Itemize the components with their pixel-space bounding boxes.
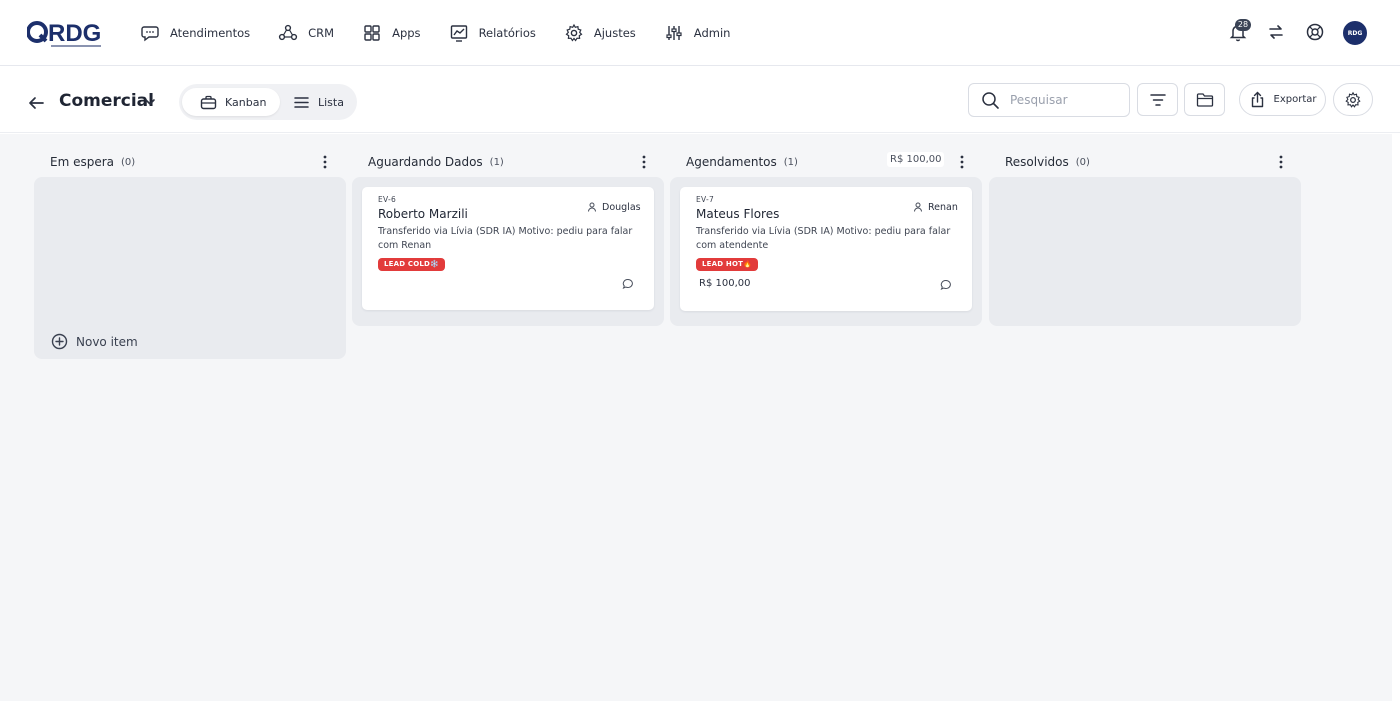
chevron-down-icon[interactable]: [143, 95, 157, 109]
deal-card[interactable]: EV-7 Mateus Flores Renan Transferido via…: [680, 187, 972, 311]
column-title: Aguardando Dados: [368, 155, 483, 169]
share-export-icon: [1251, 91, 1263, 108]
nav-label: Apps: [392, 26, 421, 40]
card-contact-name: Roberto Marzili: [378, 207, 468, 221]
card-description: Transferido via Lívia (SDR IA) Motivo: p…: [696, 226, 951, 251]
card-owner-name: Renan: [928, 201, 958, 213]
nav-item-crm[interactable]: CRM: [278, 23, 334, 43]
briefcase-icon: [200, 95, 217, 109]
brand-logo[interactable]: RDG: [26, 19, 105, 49]
swap-arrows-icon[interactable]: [1266, 22, 1286, 42]
nav-label: Ajustes: [593, 26, 636, 40]
lead-tag: LEAD HOT🔥: [696, 258, 759, 271]
help-icon[interactable]: [1305, 22, 1325, 42]
column-title: Em espera: [50, 155, 115, 169]
export-button[interactable]: Exportar: [1239, 83, 1326, 116]
gear-icon: [565, 23, 583, 42]
view-lista-button[interactable]: Lista: [275, 88, 358, 116]
logo-text: RDG: [48, 20, 101, 47]
novo-item-button[interactable]: Novo item: [51, 333, 138, 350]
column-count: (1): [783, 156, 798, 168]
view-kanban-button[interactable]: Kanban: [182, 88, 281, 116]
lead-tag: LEAD COLD❄️: [378, 258, 445, 271]
column-header-agendamentos: Agendamentos (1): [686, 152, 798, 172]
column-menu-icon[interactable]: [318, 154, 332, 170]
chat-bubble-icon: [141, 26, 159, 42]
column-menu-icon[interactable]: [1274, 154, 1288, 170]
column-title: Resolvidos: [1005, 155, 1069, 169]
nav-item-ajustes[interactable]: Ajustes: [564, 23, 636, 43]
folder-button[interactable]: [1184, 83, 1225, 116]
export-label: Exportar: [1273, 94, 1317, 105]
nav-item-atendimentos[interactable]: Atendimentos: [140, 23, 250, 43]
crm-nodes-icon: [279, 24, 298, 41]
view-lista-label: Lista: [318, 95, 344, 109]
card-description: Transferido via Lívia (SDR IA) Motivo: p…: [378, 226, 633, 251]
nav-item-relatorios[interactable]: Relatórios: [449, 23, 536, 43]
column-body-aguardando-dados: EV-6 Roberto Marzili Douglas Transferido…: [352, 177, 664, 326]
card-owner-name: Douglas: [602, 201, 641, 213]
column-count: (1): [489, 156, 504, 168]
card-id: EV-6: [378, 195, 397, 204]
admin-icon: [666, 26, 682, 40]
column-body-resolvidos: [989, 177, 1301, 326]
user-icon: [914, 202, 922, 212]
column-header-resolvidos: Resolvidos (0): [1005, 152, 1090, 172]
notification-count-badge: 28: [1235, 19, 1251, 31]
apps-grid-icon: [364, 25, 380, 41]
card-id: EV-7: [696, 195, 715, 204]
column-body-agendamentos: EV-7 Mateus Flores Renan Transferido via…: [670, 177, 982, 326]
deal-card[interactable]: EV-6 Roberto Marzili Douglas Transferido…: [362, 187, 654, 310]
main-nav: Atendimentos CRM Apps Relatórios Ajustes…: [140, 0, 758, 66]
filter-icon: [1149, 93, 1166, 106]
nav-item-admin[interactable]: Admin: [664, 23, 731, 43]
card-owner-badge[interactable]: Renan: [909, 197, 962, 217]
nav-label: Admin: [693, 26, 731, 40]
board-settings-button[interactable]: [1333, 83, 1373, 116]
top-navigation-bar: RDG Atendimentos CRM Apps Relatórios Aju…: [0, 0, 1400, 66]
nav-label: Relatórios: [478, 26, 536, 40]
gear-icon: [1345, 91, 1361, 108]
chart-icon: [450, 25, 467, 42]
column-count: (0): [121, 156, 136, 168]
column-body-em-espera: [34, 177, 346, 359]
nav-label: CRM: [308, 26, 335, 40]
rdg-logo-icon: RDG: [26, 20, 101, 47]
board-title[interactable]: Comercial: [59, 91, 154, 111]
column-menu-icon[interactable]: [637, 154, 651, 170]
filter-button[interactable]: [1137, 83, 1178, 116]
novo-item-label: Novo item: [76, 334, 138, 349]
folder-icon: [1196, 92, 1213, 107]
view-kanban-label: Kanban: [225, 95, 267, 109]
card-owner-badge[interactable]: Douglas: [583, 197, 645, 217]
column-menu-icon[interactable]: [955, 154, 969, 170]
column-total-value: R$ 100,00: [887, 152, 945, 167]
search-input[interactable]: [1010, 93, 1120, 107]
card-contact-name: Mateus Flores: [696, 207, 780, 221]
nav-label: Atendimentos: [170, 26, 251, 40]
plus-circle-icon: [51, 333, 68, 350]
search-icon: [982, 91, 999, 109]
nav-item-apps[interactable]: Apps: [362, 23, 421, 43]
chat-bubble-icon[interactable]: [622, 278, 634, 290]
back-arrow-icon[interactable]: [27, 94, 45, 112]
chat-bubble-icon[interactable]: [940, 279, 952, 291]
column-header-em-espera: Em espera (0): [50, 152, 135, 172]
search-box: [968, 83, 1130, 117]
list-icon: [294, 96, 309, 108]
column-header-aguardando-dados: Aguardando Dados (1): [368, 152, 504, 172]
user-avatar[interactable]: RDG: [1343, 21, 1367, 45]
card-value: R$ 100,00: [699, 278, 751, 289]
column-count: (0): [1075, 156, 1090, 168]
view-toggle: Kanban Lista: [179, 84, 357, 120]
column-title: Agendamentos: [686, 155, 777, 169]
user-icon: [588, 202, 596, 212]
